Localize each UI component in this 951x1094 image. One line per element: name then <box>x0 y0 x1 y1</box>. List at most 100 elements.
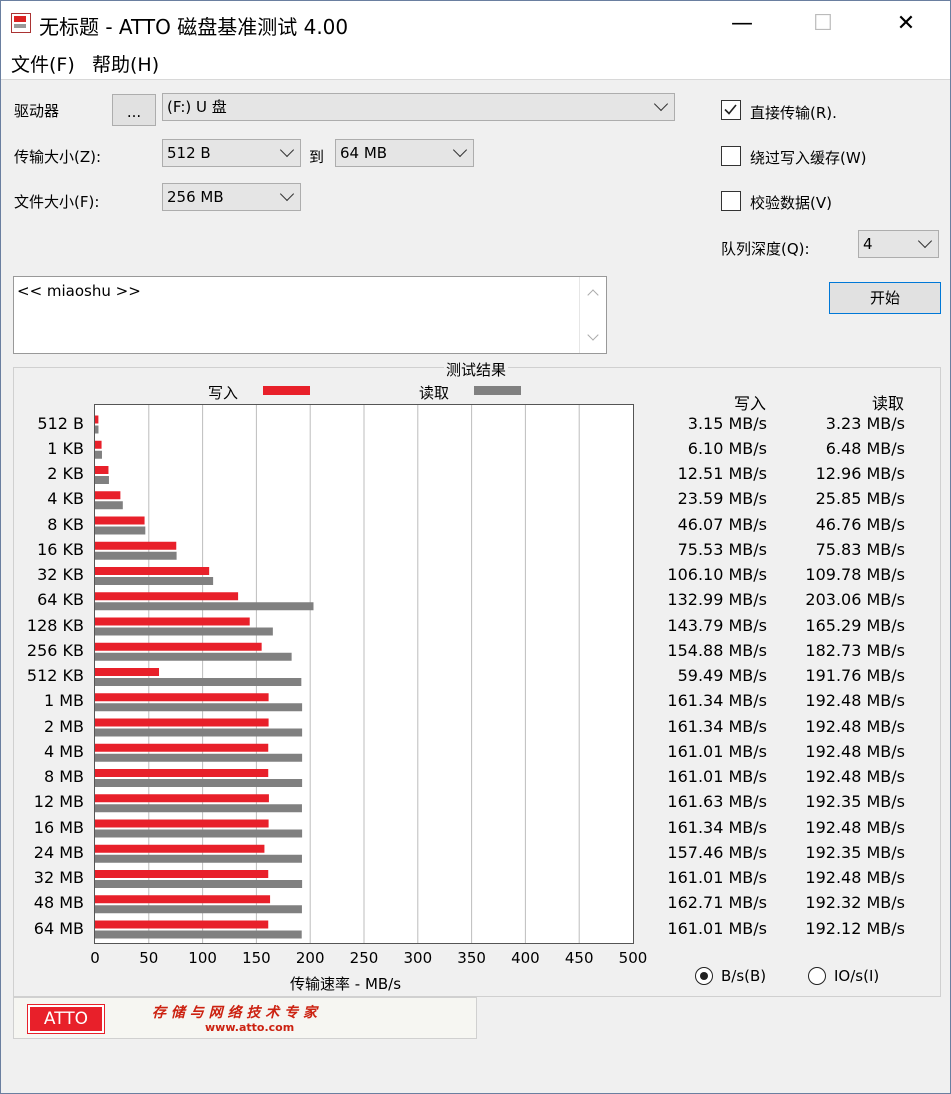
chevron-down-icon <box>279 142 295 158</box>
category-label: 128 KB <box>26 615 84 635</box>
menu-help[interactable]: 帮助(H) <box>92 50 159 77</box>
radio-dot-icon <box>699 971 708 980</box>
bar-read <box>95 551 177 560</box>
window-title: 无标题 - ATTO 磁盘基准测试 4.00 <box>39 15 349 39</box>
drive-select-value: (F:) U 盘 <box>167 98 227 116</box>
write-result-value: 46.07 MB/s <box>677 514 767 534</box>
transfer-from-value: 512 B <box>167 144 211 162</box>
io-per-sec-label: IO/s(I) <box>834 967 880 985</box>
bar-write <box>95 567 210 575</box>
scroll-up-icon[interactable] <box>587 289 599 301</box>
io-per-sec-radio[interactable] <box>808 967 826 985</box>
read-result-value: 6.48 MB/s <box>825 438 905 458</box>
read-result-value: 192.48 MB/s <box>805 716 905 736</box>
read-result-value: 3.23 MB/s <box>825 413 905 433</box>
chart-plot-area <box>94 404 634 944</box>
bypass-write-cache-label: 绕过写入缓存(W) <box>750 149 867 167</box>
bypass-write-cache-checkbox[interactable] <box>721 146 741 166</box>
legend-write-label: 写入 <box>208 384 239 402</box>
bar-write <box>95 870 269 878</box>
category-label: 2 MB <box>43 716 84 736</box>
write-result-value: 75.53 MB/s <box>677 539 767 559</box>
category-label: 1 KB <box>47 438 84 458</box>
category-label: 8 KB <box>47 514 84 534</box>
read-result-value: 165.29 MB/s <box>805 615 905 635</box>
write-result-value: 161.01 MB/s <box>667 868 767 887</box>
read-result-value: 75.83 MB/s <box>815 539 905 559</box>
minimize-button[interactable]: — <box>712 1 772 45</box>
direct-io-checkbox[interactable] <box>721 100 741 120</box>
read-result-value: 46.76 MB/s <box>815 514 905 534</box>
bar-read <box>95 526 146 535</box>
category-label: 4 KB <box>47 489 84 509</box>
bar-read <box>95 425 99 434</box>
category-label: 4 MB <box>43 741 84 761</box>
banner-url[interactable]: www.atto.com <box>205 1021 294 1034</box>
write-result-value: 6.10 MB/s <box>687 438 767 458</box>
results-title: 测试结果 <box>444 359 509 380</box>
category-label: 48 MB <box>33 893 84 913</box>
file-size-select[interactable]: 256 MB <box>162 183 301 211</box>
browse-drive-button[interactable]: ... <box>112 94 156 126</box>
description-textarea[interactable]: << miaoshu >> <box>13 276 607 354</box>
bar-read <box>95 678 302 686</box>
scroll-down-icon[interactable] <box>587 329 599 341</box>
transfer-to-select[interactable]: 64 MB <box>335 139 474 167</box>
menu-file[interactable]: 文件(F) <box>11 50 75 77</box>
bar-read <box>95 501 123 510</box>
bytes-per-sec-radio[interactable] <box>695 967 713 985</box>
bytes-per-sec-label: B/s(B) <box>721 967 767 985</box>
queue-depth-value: 4 <box>863 235 873 253</box>
bar-write <box>95 718 269 727</box>
bar-read <box>95 602 314 611</box>
description-text: << miaoshu >> <box>17 282 141 300</box>
category-label: 512 KB <box>26 666 84 685</box>
direct-io-label: 直接传输(R). <box>750 104 837 122</box>
transfer-from-select[interactable]: 512 B <box>162 139 301 167</box>
bar-read <box>95 476 109 484</box>
drive-select[interactable]: (F:) U 盘 <box>162 93 675 121</box>
bar-write <box>95 415 99 424</box>
read-result-value: 192.32 MB/s <box>805 893 905 913</box>
category-label: 64 KB <box>37 590 84 610</box>
x-tick-label: 200 <box>295 949 325 967</box>
bar-write <box>95 592 239 601</box>
read-result-value: 25.85 MB/s <box>815 489 905 509</box>
bar-read <box>95 880 303 888</box>
close-button[interactable]: ✕ <box>876 1 936 45</box>
bar-read <box>95 652 292 661</box>
bar-write <box>95 642 262 651</box>
column-header-write: 写入 <box>734 394 767 413</box>
write-result-value: 161.34 MB/s <box>667 691 767 711</box>
category-label: 16 MB <box>33 817 84 837</box>
write-result-value: 154.88 MB/s <box>667 640 767 660</box>
transfer-to-value: 64 MB <box>340 144 388 162</box>
maximize-button[interactable]: ☐ <box>793 1 853 45</box>
bar-read <box>95 627 273 636</box>
x-tick-label: 100 <box>188 949 217 967</box>
category-label: 256 KB <box>26 640 84 660</box>
start-button[interactable]: 开始 <box>829 282 941 314</box>
x-tick-label: 350 <box>457 949 486 967</box>
read-result-value: 192.35 MB/s <box>805 842 905 862</box>
banner-slogan: 存 储 与 网 络 技 术 专 家 <box>152 1005 317 1021</box>
x-axis-label: 传输速率 - MB/s <box>290 975 402 993</box>
file-size-value: 256 MB <box>167 188 224 206</box>
category-label: 32 MB <box>33 868 84 887</box>
atto-banner[interactable]: ATTO 存 储 与 网 络 技 术 专 家 www.atto.com <box>13 997 477 1039</box>
verify-data-checkbox[interactable] <box>721 191 741 211</box>
description-scrollbar[interactable] <box>579 277 606 353</box>
read-result-value: 192.48 MB/s <box>805 868 905 887</box>
bar-write <box>95 617 250 626</box>
legend-read-swatch <box>474 386 521 395</box>
legend-read-label: 读取 <box>419 384 450 402</box>
bar-write <box>95 743 269 752</box>
x-tick-label: 400 <box>511 949 540 967</box>
read-result-value: 192.48 MB/s <box>805 741 905 761</box>
transfer-to-label: 到 <box>309 148 325 166</box>
queue-depth-select[interactable]: 4 <box>858 230 939 258</box>
bar-read <box>95 753 303 762</box>
category-label: 24 MB <box>33 842 84 862</box>
atto-logo: ATTO <box>27 1004 105 1034</box>
read-result-value: 191.76 MB/s <box>805 666 905 685</box>
